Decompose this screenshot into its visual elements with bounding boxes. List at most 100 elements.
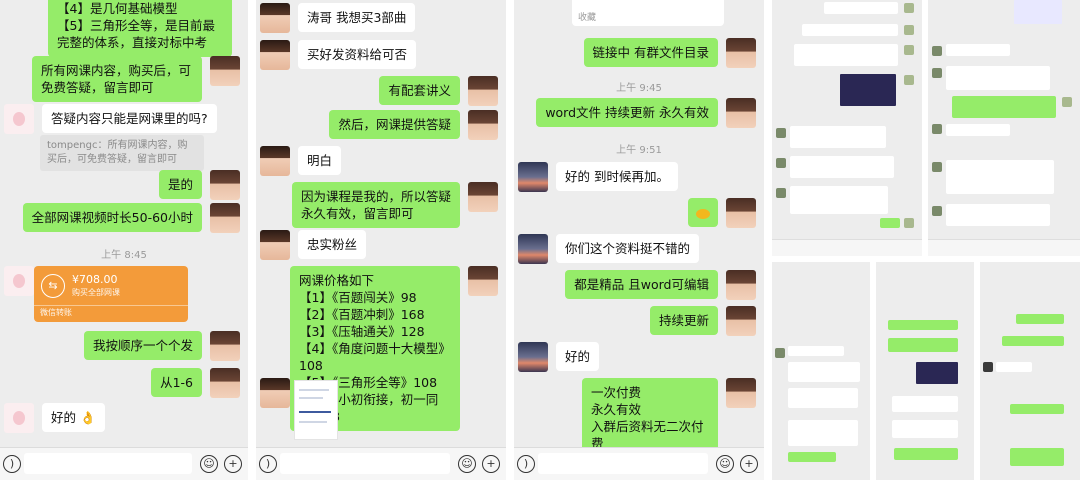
message-row: 都是精品 且word可编辑 (565, 270, 756, 300)
mini-avatar (904, 75, 914, 85)
user-avatar[interactable] (210, 368, 240, 398)
message-bubble[interactable]: word文件 持续更新 永久有效 (536, 98, 718, 127)
mini-bubble (824, 2, 898, 14)
voice-icon[interactable]: ) (3, 455, 21, 473)
message-row: 涛哥 我想买3部曲 (260, 3, 416, 33)
voice-icon[interactable]: ) (259, 455, 277, 473)
user-avatar[interactable] (210, 203, 240, 233)
mini-chat-screenshot[interactable] (772, 0, 922, 256)
message-bubble[interactable]: 好的 到时候再加。 (556, 162, 678, 191)
contact-avatar[interactable] (4, 104, 34, 134)
user-avatar[interactable] (468, 76, 498, 106)
message-input[interactable] (538, 453, 708, 474)
image-line (299, 411, 331, 413)
message-bubble[interactable]: 忠实粉丝 (298, 230, 367, 259)
user-avatar[interactable] (210, 331, 240, 361)
message-input[interactable] (280, 453, 450, 474)
emoji-icon[interactable]: ☺ (458, 455, 476, 473)
voice-icon[interactable]: ) (517, 455, 535, 473)
message-bubble[interactable]: 涛哥 我想买3部曲 (298, 3, 416, 32)
contact-avatar[interactable] (260, 3, 290, 33)
message-bubble[interactable]: 明白 (298, 146, 342, 175)
user-avatar[interactable] (726, 270, 756, 300)
message-row: 好的 👌 (4, 403, 105, 433)
contact-avatar[interactable] (260, 40, 290, 70)
message-bubble[interactable]: 答疑内容只能是网课里的吗? (42, 104, 217, 133)
message-input[interactable] (24, 453, 192, 474)
timestamp: 上午 9:45 (616, 83, 662, 94)
mini-bubble (788, 388, 858, 408)
message-row: 我按顺序一个个发 (83, 331, 240, 361)
message-row (4, 266, 34, 296)
mini-bubble (946, 66, 1050, 90)
quoted-message[interactable]: tompengc：所有网课内容，购买后，可免费答疑，留言即可 (40, 135, 204, 171)
mini-chat-screenshot[interactable] (772, 262, 870, 480)
plus-icon[interactable]: + (740, 455, 758, 473)
contact-avatar[interactable] (260, 230, 290, 260)
favorite-card[interactable]: 收藏 (572, 0, 724, 26)
message-bubble[interactable]: 都是精品 且word可编辑 (565, 270, 718, 299)
mini-chat-screenshot[interactable] (876, 262, 974, 480)
mini-chat-screenshot[interactable] (928, 0, 1080, 256)
mini-bubble (1002, 336, 1064, 346)
user-avatar[interactable] (468, 110, 498, 140)
message-bubble[interactable]: 是的 (158, 170, 202, 199)
message-bubble[interactable]: 因为课程是我的，所以答疑永久有效，留言即可 (292, 182, 460, 228)
message-bubble[interactable]: 我按顺序一个个发 (83, 331, 202, 360)
sticker-bubble[interactable] (688, 198, 718, 227)
mini-avatar (775, 348, 785, 358)
mini-bubble (788, 452, 836, 462)
message-bubble[interactable]: 【4】是几何基础模型 【5】三角形全等，是目前最完整的体系，直接对标中考 (48, 0, 232, 57)
user-avatar[interactable] (726, 198, 756, 228)
price-line: 【4】《角度问题十大模型》108 (299, 341, 451, 373)
message-bubble[interactable]: 一次付费 永久有效 入群后资料无二次付费 (582, 378, 718, 458)
mini-bubble (888, 320, 958, 330)
message-row: 所有网课内容，购买后，可免费答疑，留言即可 (32, 56, 240, 102)
price-line: 【3】《压轴通关》128 (299, 324, 425, 339)
mini-avatar (904, 218, 914, 228)
contact-avatar[interactable] (4, 266, 34, 296)
contact-avatar[interactable] (518, 162, 548, 192)
user-avatar[interactable] (210, 56, 240, 86)
message-bubble[interactable]: 好的 (556, 342, 600, 371)
mini-chat-screenshot[interactable] (980, 262, 1080, 480)
user-avatar[interactable] (468, 266, 498, 296)
message-bubble[interactable]: 买好发资料给可否 (298, 40, 417, 69)
plus-icon[interactable]: + (482, 455, 500, 473)
user-avatar[interactable] (726, 38, 756, 68)
mini-bubble (1010, 404, 1064, 414)
user-avatar[interactable] (210, 170, 240, 200)
message-bubble[interactable]: 持续更新 (649, 306, 718, 335)
message-bubble[interactable]: 从1-6 (151, 368, 202, 397)
message-bubble[interactable]: 好的 👌 (42, 403, 105, 432)
message-bubble[interactable]: 你们这个资料挺不错的 (556, 234, 700, 263)
contact-avatar[interactable] (4, 403, 34, 433)
mini-bubble (888, 338, 958, 352)
contact-avatar[interactable] (518, 342, 548, 372)
user-avatar[interactable] (726, 98, 756, 128)
message-bubble[interactable]: 全部网课视频时长50-60小时 (22, 203, 202, 232)
user-avatar[interactable] (468, 182, 498, 212)
user-avatar[interactable] (726, 378, 756, 408)
contact-avatar[interactable] (260, 378, 290, 408)
transfer-icon: ⇆ (41, 274, 65, 298)
transfer-card[interactable]: ⇆ ¥708.00 购买全部网课 微信转账 (34, 266, 188, 322)
mini-bubble (788, 346, 844, 356)
message-row: 从1-6 (151, 368, 240, 398)
contact-avatar[interactable] (518, 234, 548, 264)
image-message[interactable] (294, 380, 338, 440)
message-bubble[interactable]: 然后，网课提供答疑 (329, 110, 460, 139)
message-bubble[interactable]: 有配套讲义 (379, 76, 460, 105)
emoji-icon[interactable]: ☺ (716, 455, 734, 473)
message-bubble[interactable]: 所有网课内容，购买后，可免费答疑，留言即可 (32, 56, 202, 102)
user-avatar[interactable] (726, 306, 756, 336)
mini-bubble (788, 362, 860, 382)
image-line (299, 397, 323, 399)
emoji-icon[interactable]: ☺ (200, 455, 218, 473)
plus-icon[interactable]: + (224, 455, 242, 473)
message-bubble[interactable]: 链接中 有群文件目录 (583, 38, 718, 67)
image-line (299, 389, 329, 391)
message-line: 【4】是几何基础模型 (57, 1, 178, 16)
screenshot-collage (772, 0, 1080, 480)
contact-avatar[interactable] (260, 146, 290, 176)
